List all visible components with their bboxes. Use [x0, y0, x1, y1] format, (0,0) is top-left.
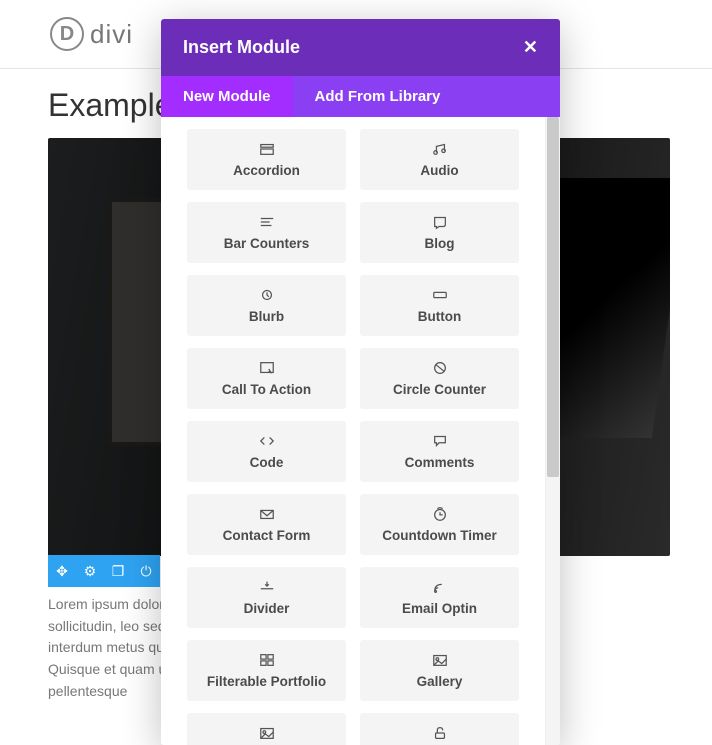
insert-module-modal: Insert Module ✕ New Module Add From Libr… — [161, 19, 560, 745]
module-list[interactable]: Accordion Audio Bar Counters Blog Blurb Butto… — [161, 117, 545, 745]
module-countdown-timer[interactable]: Countdown Timer — [360, 494, 519, 555]
module-audio[interactable]: Audio — [360, 129, 519, 190]
divi-logo: D divi — [50, 17, 133, 51]
module-label: Contact Form — [223, 528, 311, 543]
module-label: Audio — [420, 163, 458, 178]
module-label: Filterable Portfolio — [207, 674, 326, 689]
power-icon[interactable]: ⏻ — [132, 555, 160, 587]
module-label: Bar Counters — [224, 236, 310, 251]
module-label: Gallery — [417, 674, 463, 689]
divider-icon — [258, 579, 276, 595]
module-accordion[interactable]: Accordion — [187, 129, 346, 190]
clock-icon — [431, 506, 449, 522]
module-label: Button — [418, 309, 461, 324]
module-label: Comments — [405, 455, 475, 470]
bars-icon — [258, 214, 276, 230]
module-label: Divider — [244, 601, 290, 616]
rss-icon — [431, 579, 449, 595]
divi-logo-text: divi — [90, 19, 133, 50]
module-label: Accordion — [233, 163, 300, 178]
code-icon — [258, 433, 276, 449]
move-icon[interactable]: ✥ — [48, 555, 76, 587]
tab-new-module[interactable]: New Module — [161, 76, 293, 117]
accordion-icon — [258, 141, 276, 157]
blurb-icon — [258, 287, 276, 303]
module-blurb[interactable]: Blurb — [187, 275, 346, 336]
module-label: Blog — [425, 236, 455, 251]
module-login[interactable]: Login — [360, 713, 519, 745]
modal-tabs: New Module Add From Library — [161, 76, 560, 117]
divi-logo-icon: D — [50, 17, 84, 51]
module-blog[interactable]: Blog — [360, 202, 519, 263]
module-label: Email Optin — [402, 601, 477, 616]
clone-icon[interactable]: ❐ — [104, 555, 132, 587]
gear-icon[interactable]: ⚙ — [76, 555, 104, 587]
cta-icon — [258, 360, 276, 376]
close-icon[interactable]: ✕ — [523, 37, 538, 58]
image-icon — [258, 725, 276, 741]
module-comments[interactable]: Comments — [360, 421, 519, 482]
modal-title: Insert Module — [183, 37, 300, 58]
section-toolbar[interactable]: ✥ ⚙ ❐ ⏻ — [48, 555, 160, 587]
module-label: Countdown Timer — [382, 528, 497, 543]
grid-icon — [258, 652, 276, 668]
tab-add-from-library[interactable]: Add From Library — [293, 76, 463, 117]
lock-icon — [431, 725, 449, 741]
audio-icon — [431, 141, 449, 157]
module-label: Circle Counter — [393, 382, 486, 397]
mail-icon — [258, 506, 276, 522]
button-icon — [431, 287, 449, 303]
scrollbar[interactable]: ▲ — [545, 117, 560, 745]
circlecounter-icon — [431, 360, 449, 376]
module-contact-form[interactable]: Contact Form — [187, 494, 346, 555]
module-button[interactable]: Button — [360, 275, 519, 336]
module-divider[interactable]: Divider — [187, 567, 346, 628]
comments-icon — [431, 433, 449, 449]
module-label: Code — [250, 455, 284, 470]
image-icon — [431, 652, 449, 668]
scroll-thumb[interactable] — [547, 117, 559, 477]
modal-header: Insert Module ✕ — [161, 19, 560, 76]
module-code[interactable]: Code — [187, 421, 346, 482]
module-label: Call To Action — [222, 382, 311, 397]
module-bar-counters[interactable]: Bar Counters — [187, 202, 346, 263]
module-label: Blurb — [249, 309, 284, 324]
module-gallery[interactable]: Gallery — [360, 640, 519, 701]
blog-icon — [431, 214, 449, 230]
module-filterable-portfolio[interactable]: Filterable Portfolio — [187, 640, 346, 701]
module-call-to-action[interactable]: Call To Action — [187, 348, 346, 409]
module-image[interactable]: Image — [187, 713, 346, 745]
module-circle-counter[interactable]: Circle Counter — [360, 348, 519, 409]
module-email-optin[interactable]: Email Optin — [360, 567, 519, 628]
